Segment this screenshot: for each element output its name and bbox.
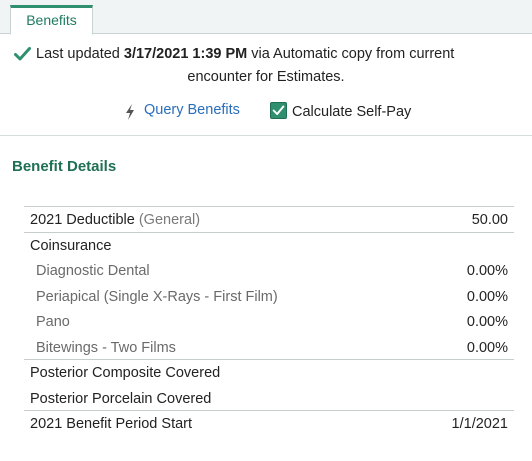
last-updated-prefix: Last updated	[36, 46, 124, 62]
row-value: 0.00%	[466, 263, 508, 279]
table-row: Posterior Porcelain Covered	[24, 386, 514, 411]
lightning-bolt-icon[interactable]	[124, 104, 136, 120]
last-updated-source: via Automatic copy from current	[247, 46, 455, 62]
calculate-self-pay-checkbox[interactable]	[270, 102, 287, 119]
deductible-qualifier: (General)	[134, 212, 201, 228]
query-benefits-link[interactable]: Query Benefits	[144, 102, 240, 118]
table-row: Bitewings - Two Films 0.00%	[24, 335, 514, 360]
benefit-details-heading: Benefit Details	[12, 158, 117, 175]
table-row: 2021 Benefit Period Start 1/1/2021	[24, 411, 514, 437]
table-row: Diagnostic Dental 0.00%	[24, 258, 514, 284]
tab-strip: Benefits	[0, 0, 532, 35]
table-row: Periapical (Single X-Rays - First Film) …	[24, 284, 514, 310]
last-updated-continuation: encounter for Estimates.	[187, 69, 345, 85]
update-banner: Last updated 3/17/2021 1:39 PM via Autom…	[0, 34, 532, 136]
tab-benefits[interactable]: Benefits	[10, 5, 93, 35]
calculate-self-pay-label[interactable]: Calculate Self-Pay	[292, 104, 411, 120]
row-value: 50.00	[471, 212, 508, 228]
row-value: 1/1/2021	[451, 416, 508, 432]
row-value: 0.00%	[466, 288, 508, 305]
row-value: 0.00%	[466, 314, 508, 330]
row-label: Posterior Composite Covered	[30, 365, 221, 381]
row-value: 0.00%	[466, 339, 508, 356]
row-label: Pano	[36, 314, 70, 330]
row-label: Periapical (Single X-Rays - First Film)	[36, 288, 278, 305]
checkbox-check-icon	[272, 105, 285, 115]
row-label: Posterior Porcelain Covered	[30, 390, 212, 407]
row-label: 2021 Benefit Period Start	[30, 416, 193, 432]
last-updated-text: Last updated 3/17/2021 1:39 PM via Autom…	[36, 46, 454, 62]
benefit-details-table: 2021 Deductible (General) 50.00 Coinsura…	[24, 206, 514, 437]
table-row: Coinsurance	[24, 233, 514, 259]
table-row: Posterior Composite Covered	[24, 360, 514, 386]
table-row: Pano 0.00%	[24, 309, 514, 335]
row-label: 2021 Deductible (General)	[30, 212, 200, 228]
row-label: Bitewings - Two Films	[36, 339, 176, 356]
table-row: 2021 Deductible (General) 50.00	[24, 207, 514, 233]
checkmark-icon	[14, 47, 31, 61]
deductible-label: 2021 Deductible	[30, 212, 135, 228]
row-label: Diagnostic Dental	[36, 263, 150, 279]
last-updated-timestamp: 3/17/2021 1:39 PM	[123, 46, 248, 62]
row-label: Coinsurance	[30, 237, 112, 254]
